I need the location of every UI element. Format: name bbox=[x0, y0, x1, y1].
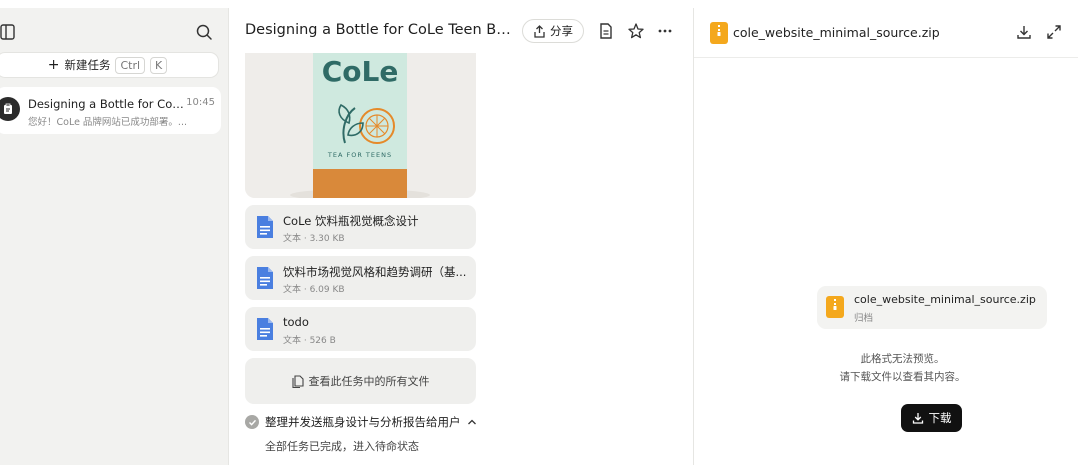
new-task-label: 新建任务 bbox=[64, 58, 111, 72]
archive-type: 归档 bbox=[854, 313, 874, 324]
doc-file-icon bbox=[257, 216, 273, 238]
archive-name: cole_website_minimal_source.zip bbox=[854, 293, 1036, 306]
file-meta: 文本 · 6.09 KB bbox=[283, 285, 345, 295]
check-icon bbox=[245, 415, 259, 429]
task-list-item[interactable]: Designing a Bottle for CoLe T... 10:45 您… bbox=[0, 87, 221, 134]
more-icon[interactable] bbox=[656, 22, 674, 40]
share-button[interactable]: 分享 bbox=[522, 19, 584, 43]
step-title: 整理并发送瓶身设计与分析报告给用户 bbox=[265, 415, 461, 429]
plus-icon: + bbox=[47, 57, 60, 73]
bottle-preview-image[interactable]: CoLe TEA FOR TEENS bbox=[245, 53, 476, 198]
preview-header: cole_website_minimal_source.zip bbox=[694, 8, 1078, 58]
download-hint: 请下载文件以查看其内容。 bbox=[839, 371, 966, 383]
sidebar: + 新建任务 Ctrl K Designing a Bottle for CoL… bbox=[0, 8, 229, 465]
chevron-up-icon[interactable] bbox=[467, 418, 477, 426]
file-name: CoLe 饮料瓶视觉概念设计 bbox=[283, 214, 419, 228]
step-status: 全部任务已完成，进入待命状态 bbox=[265, 440, 419, 453]
task-preview: 您好！CoLe 品牌网站已成功部署。... bbox=[28, 117, 187, 128]
file-name: 饮料市场视觉风格和趋势调研（基... bbox=[283, 265, 467, 279]
preview-filename: cole_website_minimal_source.zip bbox=[733, 25, 940, 40]
view-all-files-button[interactable]: 查看此任务中的所有文件 bbox=[245, 358, 476, 404]
star-icon[interactable] bbox=[627, 22, 645, 40]
no-preview-message: 此格式无法预览。 bbox=[860, 353, 945, 365]
search-icon[interactable] bbox=[195, 23, 213, 41]
download-icon[interactable] bbox=[1016, 24, 1032, 40]
task-avatar bbox=[0, 97, 20, 121]
zip-file-icon bbox=[826, 296, 844, 318]
file-preview-panel: cole_website_minimal_source.zip cole_web… bbox=[693, 8, 1078, 465]
doc-file-icon bbox=[257, 267, 273, 289]
share-icon bbox=[534, 24, 545, 38]
download-label: 下载 bbox=[928, 411, 952, 425]
file-card[interactable]: 饮料市场视觉风格和趋势调研（基... 文本 · 6.09 KB bbox=[245, 256, 476, 300]
file-name: todo bbox=[283, 315, 309, 329]
view-all-label: 查看此任务中的所有文件 bbox=[308, 375, 430, 388]
file-card[interactable]: todo 文本 · 526 B bbox=[245, 307, 476, 351]
new-task-button[interactable]: + 新建任务 Ctrl K bbox=[0, 52, 219, 78]
bottle-illustration: CoLe TEA FOR TEENS bbox=[245, 53, 476, 198]
chat-title: Designing a Bottle for CoLe Teen Beve... bbox=[245, 22, 515, 38]
file-meta: 文本 · 3.30 KB bbox=[283, 234, 345, 244]
archive-card: cole_website_minimal_source.zip 归档 bbox=[817, 286, 1047, 329]
bottle-tagline-text: TEA FOR TEENS bbox=[327, 151, 392, 159]
download-icon bbox=[912, 413, 923, 424]
zip-file-icon bbox=[710, 22, 728, 44]
task-title: Designing a Bottle for CoLe T... bbox=[28, 97, 188, 111]
download-button[interactable]: 下载 bbox=[901, 404, 962, 432]
files-icon bbox=[291, 374, 304, 388]
clipboard-icon bbox=[4, 103, 12, 114]
chat-panel: Designing a Bottle for CoLe Teen Beve...… bbox=[230, 8, 693, 465]
document-icon[interactable] bbox=[597, 22, 615, 40]
shortcut-k: K bbox=[150, 56, 168, 74]
shortcut-ctrl: Ctrl bbox=[115, 56, 146, 74]
bottle-brand-text: CoLe bbox=[322, 55, 399, 88]
task-step[interactable]: 整理并发送瓶身设计与分析报告给用户 bbox=[245, 414, 477, 430]
doc-file-icon bbox=[257, 318, 273, 340]
file-meta: 文本 · 526 B bbox=[283, 336, 336, 346]
task-time: 10:45 bbox=[186, 97, 215, 108]
sidebar-toggle-icon[interactable] bbox=[0, 23, 18, 41]
file-card[interactable]: CoLe 饮料瓶视觉概念设计 文本 · 3.30 KB bbox=[245, 205, 476, 249]
share-label: 分享 bbox=[550, 24, 573, 38]
expand-icon[interactable] bbox=[1046, 24, 1062, 40]
